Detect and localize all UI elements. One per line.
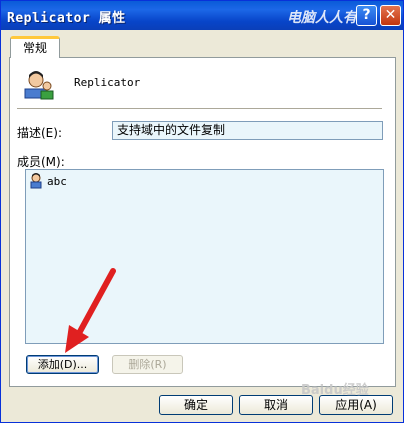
members-label: 成员(M): [17,155,65,169]
user-icon [30,173,42,189]
description-field[interactable]: 支持域中的文件复制 [112,121,383,140]
tab-general[interactable]: 常规 [10,36,60,58]
list-item[interactable]: abc [29,173,67,189]
description-label: 描述(E): [17,126,62,140]
watermark-top: 电脑人人有 [287,10,357,26]
watermark-bottom: Baidu经验 [301,383,369,398]
title-bar[interactable]: Replicator 属性 电脑人人有 ? ✕ [1,1,403,30]
red-arrow-annotation [65,268,116,353]
group-users-icon [24,71,54,100]
add-button[interactable]: 添加(D)... [26,355,99,374]
window-title: Replicator 属性 [7,11,126,26]
close-button[interactable]: ✕ [380,5,401,26]
remove-button[interactable]: 删除(R) [112,355,183,374]
cancel-button[interactable]: 取消 [239,395,313,415]
member-name: abc [47,174,67,188]
group-name: Replicator [74,76,141,89]
ok-button[interactable]: 确定 [159,395,233,415]
properties-dialog: Replicator 属性 电脑人人有 ? ✕ 常规 Replicator 描述… [0,0,404,423]
divider [17,108,382,109]
apply-button[interactable]: 应用(A) [319,395,393,415]
help-button[interactable]: ? [356,5,377,26]
